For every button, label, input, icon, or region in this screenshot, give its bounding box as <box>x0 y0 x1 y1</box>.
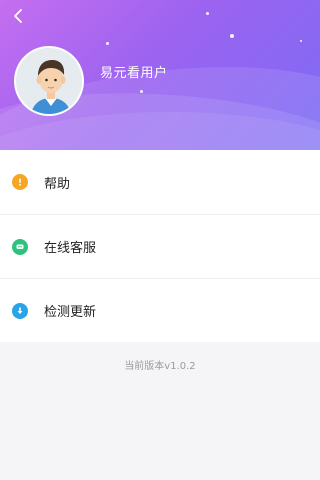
version-text: 当前版本v1.0.2 <box>124 361 196 372</box>
chevron-left-icon <box>14 9 22 23</box>
profile-header: 易元看用户 <box>0 0 320 150</box>
avatar[interactable] <box>14 46 84 116</box>
sparkle-decoration <box>140 90 143 93</box>
menu-item-label: 在线客服 <box>44 241 97 256</box>
sparkle-decoration <box>106 42 109 45</box>
sparkle-decoration <box>300 40 302 42</box>
chat-icon <box>12 238 28 255</box>
update-icon <box>12 302 28 319</box>
back-button[interactable] <box>6 4 30 28</box>
menu-item-label: 检测更新 <box>44 305 97 320</box>
help-icon <box>12 174 28 190</box>
menu-item-label: 帮助 <box>44 176 71 192</box>
username-label: 易元看用户 <box>100 66 168 81</box>
menu-list: 帮助 在线客服 检测更新 <box>0 150 320 342</box>
sparkle-decoration <box>206 12 209 15</box>
menu-item-check-update[interactable]: 检测更新 <box>0 278 320 342</box>
menu-item-help[interactable]: 帮助 <box>0 150 320 214</box>
menu-item-online-service[interactable]: 在线客服 <box>0 214 320 278</box>
profile-page: 易元看用户 帮助 在线客服 检测更新 当前版本v1.0.2 <box>0 0 320 480</box>
sparkle-decoration <box>230 34 234 38</box>
